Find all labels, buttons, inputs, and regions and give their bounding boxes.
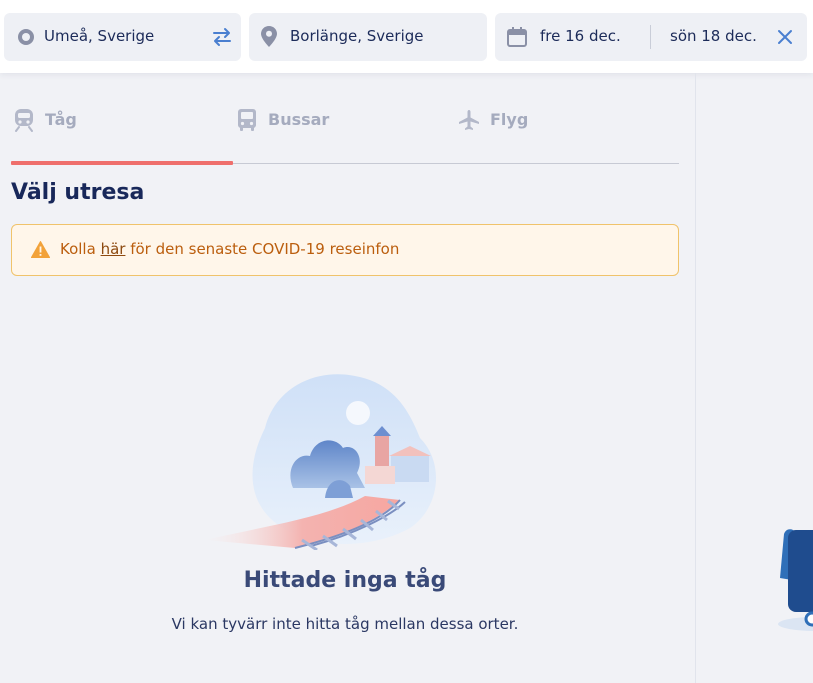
tab-flight[interactable]: Flyg <box>455 95 677 163</box>
empty-state-text: Vi kan tyvärr inte hitta tåg mellan dess… <box>171 615 519 633</box>
covid-info-link[interactable]: här <box>101 240 126 258</box>
swap-icon[interactable] <box>211 27 233 47</box>
date-field[interactable]: fre 16 dec. sön 18 dec. <box>495 13 807 61</box>
luggage-illustration <box>778 529 813 631</box>
search-bar: Umeå, Sverige Borlänge, Sverige fre 16 d… <box>0 0 813 73</box>
destination-value: Borlänge, Sverige <box>290 27 424 45</box>
plane-icon <box>459 110 479 130</box>
tab-bus[interactable]: Bussar <box>233 95 455 163</box>
tab-flight-label: Flyg <box>490 110 529 129</box>
location-pin-icon <box>261 26 277 47</box>
date-divider <box>650 25 651 49</box>
return-date[interactable]: sön 18 dec. <box>670 27 757 45</box>
destination-field[interactable]: Borlänge, Sverige <box>249 13 487 61</box>
alert-text: Kolla här för den senaste COVID-19 resei… <box>60 240 399 258</box>
column-divider <box>695 73 696 683</box>
page-title: Välj utresa <box>11 180 145 205</box>
outbound-date[interactable]: fre 16 dec. <box>540 27 621 45</box>
active-tab-indicator <box>11 161 233 165</box>
close-icon[interactable] <box>776 28 794 46</box>
no-trains-illustration <box>205 374 437 550</box>
tab-train-label: Tåg <box>45 110 77 129</box>
origin-marker-icon <box>18 29 34 45</box>
empty-state-title: Hittade inga tåg <box>243 568 447 593</box>
tab-train[interactable]: Tåg <box>11 95 233 163</box>
tab-bus-label: Bussar <box>268 110 330 129</box>
alert-suffix: för den senaste COVID-19 reseinfon <box>125 240 400 258</box>
calendar-icon <box>507 27 527 47</box>
alert-prefix: Kolla <box>60 240 101 258</box>
train-icon <box>15 109 33 132</box>
covid-alert: Kolla här för den senaste COVID-19 resei… <box>11 224 679 276</box>
origin-value: Umeå, Sverige <box>44 27 155 45</box>
origin-field[interactable]: Umeå, Sverige <box>4 13 241 61</box>
warning-icon <box>31 241 50 258</box>
transport-tabs: Tåg Bussar Flyg <box>11 95 679 165</box>
bus-icon <box>238 109 256 131</box>
